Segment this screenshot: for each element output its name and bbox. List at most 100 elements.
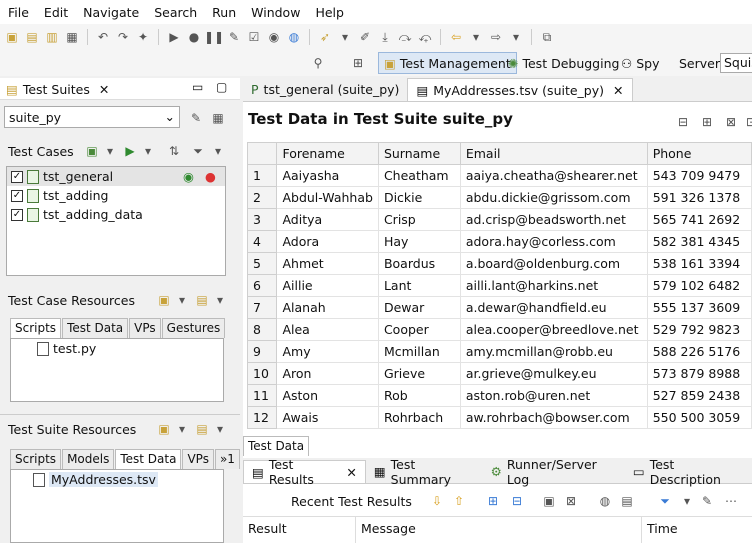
menu-navigate[interactable]: Navigate bbox=[83, 5, 139, 20]
new-file-icon[interactable]: ▣ bbox=[156, 421, 172, 437]
chevron-down-icon[interactable]: ▾ bbox=[210, 143, 226, 159]
column-header[interactable]: Phone bbox=[646, 142, 752, 165]
undo-icon[interactable]: ↶ bbox=[95, 29, 111, 45]
table-cell[interactable]: 588 226 5176 bbox=[646, 340, 752, 363]
new-test-case-icon[interactable]: ▣ bbox=[84, 143, 100, 159]
table-cell[interactable]: Cheatham bbox=[377, 164, 461, 187]
annotate-icon[interactable]: ✐ bbox=[357, 29, 373, 45]
insert-column-icon[interactable]: ⊞ bbox=[699, 114, 715, 130]
chevron-down-icon[interactable]: ▾ bbox=[212, 292, 228, 308]
recent-results-button[interactable]: Recent Test Results bbox=[291, 494, 412, 509]
table-cell[interactable]: 543 709 9479 bbox=[646, 164, 752, 187]
table-row[interactable]: 1 Aaiyasha Cheatham aaiya.cheatha@shearer.n… bbox=[247, 164, 752, 187]
table-cell[interactable]: Awais bbox=[276, 406, 379, 429]
insert-row-icon[interactable]: ⊟ bbox=[675, 114, 691, 130]
new-file-icon[interactable]: ▣ bbox=[156, 292, 172, 308]
table-cell[interactable]: 550 500 3059 bbox=[646, 406, 752, 429]
chevron-down-icon[interactable]: ▾ bbox=[174, 292, 190, 308]
chevron-down-icon[interactable]: ▾ bbox=[174, 421, 190, 437]
tab-vps[interactable]: VPs bbox=[129, 318, 161, 338]
table-cell[interactable]: 529 792 9823 bbox=[646, 318, 752, 341]
tab-test-suites[interactable]: ▤ Test Suites ✕ bbox=[0, 78, 240, 100]
table-cell[interactable]: aston.rob@uren.net bbox=[459, 384, 648, 407]
collapse-all-icon[interactable]: ⊟ bbox=[509, 493, 525, 509]
table-cell[interactable]: 591 326 1378 bbox=[646, 186, 752, 209]
globe-icon[interactable]: ◍ bbox=[286, 29, 302, 45]
table-cell[interactable]: alea.cooper@breedlove.net bbox=[459, 318, 648, 341]
table-cell[interactable]: Alanah bbox=[276, 296, 379, 319]
expand-all-icon[interactable]: ⊞ bbox=[485, 493, 501, 509]
save-icon[interactable]: ▦ bbox=[64, 29, 80, 45]
table-cell[interactable]: ad.crisp@beadsworth.net bbox=[459, 208, 648, 231]
tab-test-data[interactable]: Test Data bbox=[62, 318, 129, 338]
tab-tst-general[interactable]: P tst_general (suite_py) bbox=[243, 78, 407, 101]
table-cell[interactable]: Aillie bbox=[276, 274, 379, 297]
step-into-icon[interactable]: ⤓ bbox=[377, 29, 393, 45]
verify-icon[interactable]: ☑ bbox=[246, 29, 262, 45]
table-cell[interactable]: 565 741 2692 bbox=[646, 208, 752, 231]
column-header[interactable]: Email bbox=[459, 142, 648, 165]
close-icon[interactable]: ✕ bbox=[346, 465, 356, 480]
back-icon[interactable]: ⇦ bbox=[448, 29, 464, 45]
table-cell[interactable]: Abdul-Wahhab bbox=[276, 186, 379, 209]
table-cell[interactable]: Aron bbox=[276, 362, 379, 385]
table-cell[interactable]: aaiya.cheatha@shearer.net bbox=[459, 164, 648, 187]
minimize-icon[interactable]: ▭ bbox=[192, 80, 203, 94]
server-select[interactable]: Squish bbox=[720, 53, 752, 73]
delete-row-icon[interactable]: ⊠ bbox=[723, 114, 739, 130]
checkbox[interactable]: ✓ bbox=[11, 208, 23, 221]
new-folder-icon[interactable]: ▤ bbox=[194, 292, 210, 308]
table-cell[interactable]: 579 102 6482 bbox=[646, 274, 752, 297]
chevron-down-icon[interactable]: ▾ bbox=[508, 29, 524, 45]
table-cell[interactable]: Dickie bbox=[377, 186, 461, 209]
perspective-test-debugging[interactable]: ✺ Test Debugging bbox=[503, 52, 624, 74]
open-file-icon[interactable]: ▥ bbox=[44, 29, 60, 45]
table-cell[interactable]: Adora bbox=[276, 230, 379, 253]
tab-scripts[interactable]: Scripts bbox=[10, 449, 62, 469]
resource-file-row[interactable]: MyAddresses.tsv bbox=[11, 470, 223, 489]
arrow-up-icon[interactable]: ⇧ bbox=[451, 493, 467, 509]
new-icon[interactable]: ▣ bbox=[4, 29, 20, 45]
table-row[interactable]: 3 Aditya Crisp ad.crisp@beadsworth.net 565 7… bbox=[247, 208, 752, 231]
table-cell[interactable]: Amy bbox=[276, 340, 379, 363]
table-cell[interactable]: Cooper bbox=[377, 318, 461, 341]
menu-edit[interactable]: Edit bbox=[44, 5, 68, 20]
menu-file[interactable]: File bbox=[8, 5, 29, 20]
filter-icon[interactable]: ⏷ bbox=[657, 493, 673, 509]
table-cell[interactable]: amy.mcmillan@robb.eu bbox=[459, 340, 648, 363]
close-icon[interactable]: ✕ bbox=[613, 83, 623, 98]
table-cell[interactable]: 582 381 4345 bbox=[646, 230, 752, 253]
chevron-down-icon[interactable]: ▾ bbox=[679, 493, 695, 509]
tab-models[interactable]: Models bbox=[62, 449, 115, 469]
chevron-down-icon[interactable]: ▾ bbox=[337, 29, 353, 45]
edit-icon[interactable]: ✎ bbox=[699, 493, 715, 509]
delete-column-icon[interactable]: ⊡ bbox=[743, 114, 752, 130]
new-folder-icon[interactable]: ▤ bbox=[194, 421, 210, 437]
test-case-row[interactable]: ✓ tst_adding_data bbox=[7, 205, 225, 224]
table-row[interactable]: 10 Aron Grieve ar.grieve@mulkey.eu 573 879 8… bbox=[247, 362, 752, 385]
arrow-down-icon[interactable]: ⇩ bbox=[429, 493, 445, 509]
table-cell[interactable]: Aditya bbox=[276, 208, 379, 231]
menu-help[interactable]: Help bbox=[315, 5, 344, 20]
resource-file-row[interactable]: test.py bbox=[11, 339, 223, 358]
external-icon[interactable]: ⧉ bbox=[539, 29, 555, 45]
open-perspective-icon[interactable]: ⊞ bbox=[350, 55, 366, 71]
tab-test-description[interactable]: ▭ Test Description bbox=[625, 457, 752, 487]
record-icon[interactable]: ▶ bbox=[166, 29, 182, 45]
table-cell[interactable]: Hay bbox=[377, 230, 461, 253]
search-icon[interactable]: ⚲ bbox=[310, 55, 326, 71]
table-cell[interactable]: 527 859 2438 bbox=[646, 384, 752, 407]
redo-icon[interactable]: ↷ bbox=[115, 29, 131, 45]
pause-icon[interactable]: ❚❚ bbox=[204, 29, 224, 45]
maximize-icon[interactable]: ▢ bbox=[216, 80, 227, 94]
table-row[interactable]: 9 Amy Mcmillan amy.mcmillan@robb.eu 588 226 … bbox=[247, 340, 752, 363]
sort-icon[interactable]: ⇅ bbox=[166, 143, 182, 159]
test-case-row[interactable]: ✓ tst_adding bbox=[7, 186, 225, 205]
suite-select[interactable]: suite_py ⌄ bbox=[4, 106, 180, 128]
chevron-down-icon[interactable]: ▾ bbox=[212, 421, 228, 437]
table-cell[interactable]: Lant bbox=[377, 274, 461, 297]
table-cell[interactable]: abdu.dickie@grissom.com bbox=[459, 186, 648, 209]
table-row[interactable]: 4 Adora Hay adora.hay@corless.com 582 381 43… bbox=[247, 230, 752, 253]
step-return-icon[interactable]: ⤽ bbox=[417, 29, 433, 45]
step-over-icon[interactable]: ⤼ bbox=[397, 29, 413, 45]
